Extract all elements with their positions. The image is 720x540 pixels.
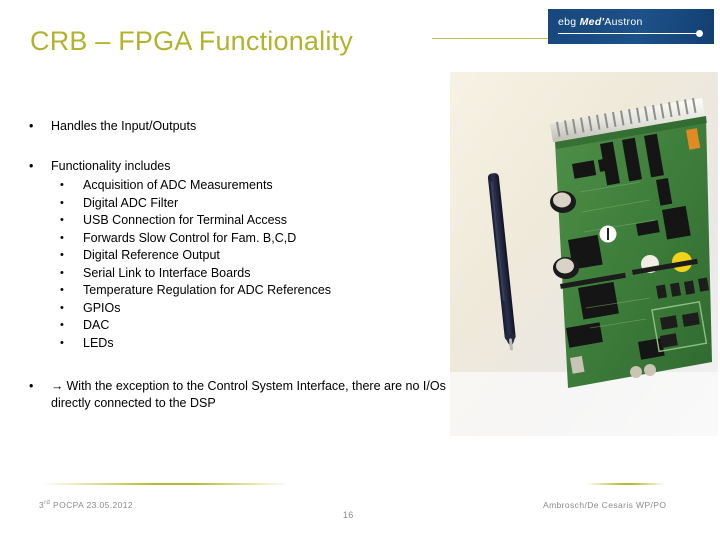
arrow-right-icon: → (51, 379, 64, 393)
sub-list-item: • LEDs (0, 335, 470, 353)
bullet-marker-icon: • (60, 179, 64, 191)
sub-list-item: • DAC (0, 317, 470, 335)
footer-author-info: Ambrosch/De Cesaris WP/PO (543, 500, 667, 510)
list-item: • Handles the Input/Outputs (0, 118, 470, 135)
logo-dot-icon (696, 30, 703, 37)
bullet-marker-icon: • (60, 249, 64, 261)
logo-text-italic: Med' (579, 16, 605, 28)
sub-list-item: • Digital Reference Output (0, 247, 470, 265)
slide-content: • Handles the Input/Outputs • Functional… (0, 118, 470, 412)
slide-canvas: CRB – FPGA Functionality ebg Med'Austron… (0, 0, 720, 540)
sub-list-item: • Acquisition of ADC Measurements (0, 177, 470, 195)
footer-divider-left (42, 483, 288, 485)
conclusion-text: With the exception to the Control System… (51, 379, 450, 410)
sub-list-item-label: LEDs (83, 335, 114, 350)
sub-list-item: • Forwards Slow Control for Fam. B,C,D (0, 230, 470, 248)
circuit-board-photo-graphic (450, 72, 718, 436)
bullet-marker-icon: • (60, 284, 64, 296)
sub-list-item-label: DAC (83, 318, 110, 332)
logo-text-prefix: ebg (558, 16, 580, 28)
bullet-marker-icon: • (60, 231, 64, 244)
sub-list-item: • USB Connection for Terminal Access (0, 212, 470, 230)
conclusion-item: • → With the exception to the Control Sys… (0, 378, 470, 412)
bullet-marker-icon: • (60, 301, 64, 314)
sub-list-item-label: Digital Reference Output (83, 248, 220, 262)
sub-list-item-label: USB Connection for Terminal Access (83, 213, 288, 227)
bullet-marker-icon: • (29, 379, 34, 393)
bullet-marker-icon: • (60, 214, 64, 226)
footer-event-text: POCPA 23.05.2012 (50, 500, 134, 510)
footer-divider-right (586, 483, 665, 485)
sub-list-item: • Serial Link to Interface Boards (0, 265, 470, 283)
sub-list-item-label: Forwards Slow Control for Fam. B,C,D (83, 230, 297, 245)
sub-list-item-label: Serial Link to Interface Boards (83, 265, 251, 280)
logo-text-suffix: Austron (604, 16, 643, 28)
sub-list-item-label: Digital ADC Filter (83, 195, 179, 210)
sub-list-item: • Digital ADC Filter (0, 195, 470, 213)
list-item-label: Handles the Input/Outputs (51, 119, 197, 133)
page-number: 16 (343, 510, 354, 520)
bullet-marker-icon: • (60, 266, 64, 279)
logo: ebg Med'Austron (548, 9, 714, 44)
logo-text: ebg Med'Austron (558, 16, 643, 28)
conclusion-label: → With the exception to the Control Syste… (51, 378, 470, 412)
list-item: • Functionality includes (0, 158, 470, 175)
sub-list-item-label: Acquisition of ADC Measurements (83, 178, 273, 192)
sub-list-item-label: Temperature Regulation for ADC Reference… (83, 283, 332, 297)
bullet-marker-icon: • (29, 159, 34, 173)
list-item-label: Functionality includes (51, 159, 171, 173)
bullet-marker-icon: • (60, 319, 64, 331)
sub-list-item: • GPIOs (0, 300, 470, 318)
page-title: CRB – FPGA Functionality (30, 26, 353, 56)
sub-list-item: • Temperature Regulation for ADC Referen… (0, 282, 470, 300)
sub-list-item-label: GPIOs (83, 300, 121, 315)
logo-underline (558, 33, 700, 34)
title-rule-divider (432, 38, 550, 39)
bullet-marker-icon: • (29, 119, 34, 133)
bullet-marker-icon: • (60, 336, 64, 349)
circuit-board-photo (450, 72, 718, 436)
footer-event-info: 3rd POCPA 23.05.2012 (39, 500, 133, 510)
bullet-marker-icon: • (60, 196, 64, 209)
